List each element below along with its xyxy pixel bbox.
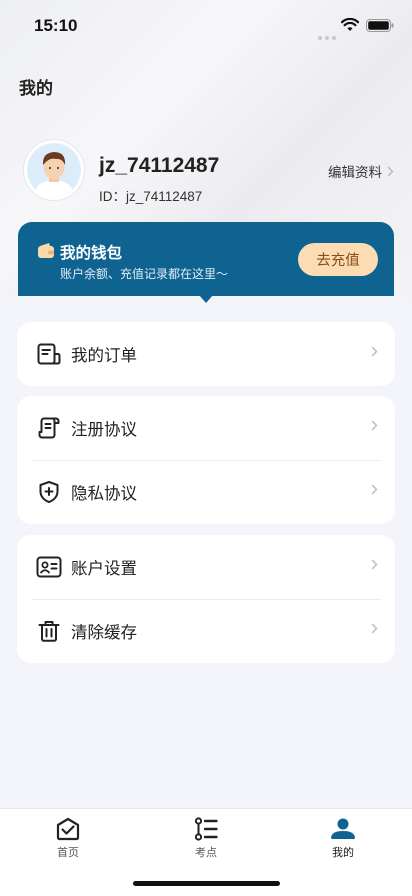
orders-card: 我的订单 xyxy=(17,322,395,386)
menu-item-label: 我的订单 xyxy=(71,346,137,365)
status-bar: 15:10 xyxy=(0,0,412,52)
profile-header: jz_74112487 ID：jz_74112487 编辑资料 xyxy=(24,140,394,204)
list-icon xyxy=(194,817,218,841)
wallet-title: 我的钱包 xyxy=(60,244,123,262)
trash-icon xyxy=(36,618,62,644)
edit-profile-link[interactable]: 编辑资料 xyxy=(328,161,394,181)
tab-label: 首页 xyxy=(57,846,79,859)
wifi-icon xyxy=(341,18,359,31)
chevron-right-icon xyxy=(371,420,378,431)
menu-item-label: 隐私协议 xyxy=(71,484,137,503)
menu-item-clear-cache[interactable]: 清除缓存 xyxy=(17,599,395,663)
agreements-card: 注册协议 隐私协议 xyxy=(17,396,395,524)
page-title: 我的 xyxy=(19,79,53,99)
home-indicator xyxy=(133,881,280,886)
recharge-button[interactable]: 去充值 xyxy=(298,243,378,276)
status-time: 15:10 xyxy=(34,16,78,35)
wallet-icon xyxy=(38,243,54,258)
edit-profile-label: 编辑资料 xyxy=(328,165,382,181)
menu-item-label: 注册协议 xyxy=(71,420,137,439)
chevron-right-icon xyxy=(371,484,378,495)
menu-item-orders[interactable]: 我的订单 xyxy=(17,322,395,386)
menu-item-account-settings[interactable]: 账户设置 xyxy=(17,535,395,599)
chevron-right-icon xyxy=(371,346,378,357)
username: jz_74112487 xyxy=(99,154,220,177)
scroll-document-icon xyxy=(36,415,62,441)
user-id: ID：jz_74112487 xyxy=(99,189,203,204)
avatar[interactable] xyxy=(24,140,84,200)
home-check-icon xyxy=(56,817,80,841)
menu-item-privacy-agreement[interactable]: 隐私协议 xyxy=(17,460,395,524)
tab-mine[interactable]: 我的 xyxy=(298,817,388,867)
id-card-icon xyxy=(36,554,62,580)
tab-label: 考点 xyxy=(195,846,217,859)
wallet-banner[interactable]: 我的钱包 账户余额、充值记录都在这里～ 去充值 xyxy=(18,222,394,296)
tab-points[interactable]: 考点 xyxy=(161,817,251,867)
chevron-right-icon xyxy=(371,623,378,634)
chevron-right-icon xyxy=(387,166,394,176)
wallet-subtitle: 账户余额、充值记录都在这里～ xyxy=(60,267,229,281)
tab-label: 我的 xyxy=(332,846,354,859)
order-document-icon xyxy=(36,341,62,367)
avatar-illustration xyxy=(27,143,81,197)
battery-icon xyxy=(366,19,394,32)
status-dots xyxy=(318,25,339,44)
user-icon xyxy=(331,818,355,839)
settings-card: 账户设置 清除缓存 xyxy=(17,535,395,663)
menu-item-register-agreement[interactable]: 注册协议 xyxy=(17,396,395,460)
shield-plus-icon xyxy=(36,479,62,505)
menu-item-label: 账户设置 xyxy=(71,559,137,578)
tab-home[interactable]: 首页 xyxy=(23,817,113,867)
chevron-right-icon xyxy=(371,559,378,570)
menu-item-label: 清除缓存 xyxy=(71,623,137,642)
